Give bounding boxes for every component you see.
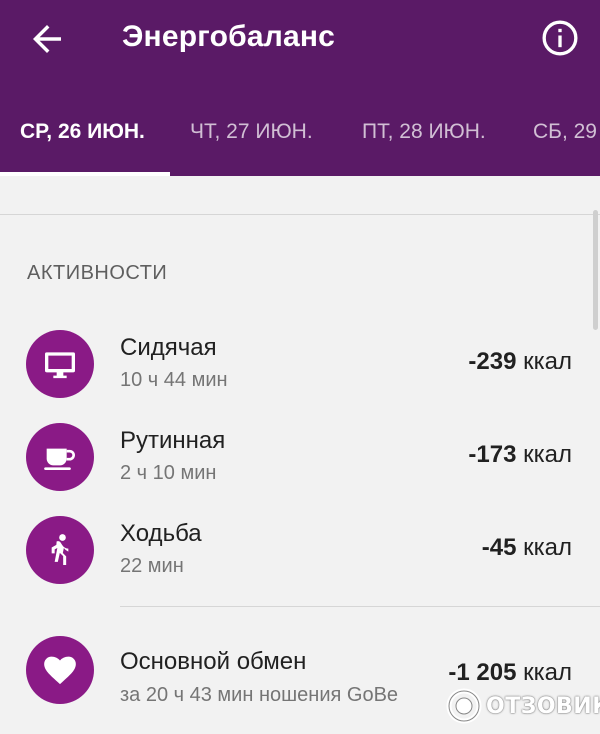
date-tabs: СР, 26 ИЮН. ЧТ, 27 ИЮН. ПТ, 28 ИЮН. СБ, … bbox=[0, 100, 600, 176]
heart-icon bbox=[44, 656, 76, 685]
otzovik-watermark: ОТЗОВИК bbox=[446, 686, 600, 726]
activity-name: Ходьба bbox=[120, 520, 202, 547]
section-title-activities: АКТИВНОСТИ bbox=[27, 262, 168, 284]
arrow-left-icon bbox=[33, 25, 61, 53]
basal-duration: за 20 ч 43 мин ношения GoBe bbox=[120, 684, 399, 706]
back-button[interactable] bbox=[26, 18, 68, 60]
activity-icon-circle bbox=[26, 636, 94, 704]
kcal-value: -239 bbox=[468, 348, 517, 375]
kcal-value: -173 bbox=[468, 441, 517, 468]
active-tab-indicator bbox=[0, 172, 170, 176]
info-button[interactable] bbox=[540, 18, 580, 58]
activity-duration: 10 ч 44 мин bbox=[120, 369, 228, 391]
activity-row-routine[interactable]: Рутинная 2 ч 10 мин -173 ккал bbox=[0, 415, 600, 501]
otzovik-logo-icon bbox=[446, 688, 482, 724]
activity-kcal: -45 ккал bbox=[482, 534, 572, 562]
tab-jun-27[interactable]: ЧТ, 27 ИЮН. bbox=[190, 120, 313, 144]
kcal-value: -45 bbox=[481, 534, 517, 561]
kcal-unit: ккал bbox=[523, 348, 572, 375]
activity-icon-circle bbox=[26, 423, 94, 491]
kcal-value: -1 205 bbox=[448, 659, 517, 686]
activity-row-walking[interactable]: Ходьба 22 мин -45 ккал bbox=[0, 508, 600, 594]
basal-name: Основной обмен bbox=[120, 648, 307, 675]
activity-icon-circle bbox=[26, 330, 94, 398]
kcal-unit: ккал bbox=[523, 441, 572, 468]
activity-name: Рутинная bbox=[120, 427, 226, 454]
walking-person-icon bbox=[51, 534, 69, 565]
activity-duration: 22 мин bbox=[120, 555, 184, 577]
monitor-icon bbox=[45, 352, 75, 379]
app-bar: Энергобаланс СР, 26 ИЮН. ЧТ, 27 ИЮН. ПТ,… bbox=[0, 0, 600, 176]
activity-icon-circle bbox=[26, 516, 94, 584]
activity-kcal: -239 ккал bbox=[468, 348, 572, 376]
activity-kcal: -173 ккал bbox=[468, 441, 572, 469]
scrollbar[interactable] bbox=[593, 210, 598, 330]
kcal-unit: ккал bbox=[523, 534, 572, 561]
activity-duration: 2 ч 10 мин bbox=[120, 462, 217, 484]
watermark-text: ОТЗОВИК bbox=[486, 693, 600, 719]
page-title: Энергобаланс bbox=[122, 20, 336, 53]
tab-jun-28[interactable]: ПТ, 28 ИЮН. bbox=[362, 120, 486, 144]
info-icon bbox=[542, 20, 578, 56]
activity-name: Сидячая bbox=[120, 334, 217, 361]
tab-jun-29[interactable]: СБ, 29 bbox=[533, 120, 597, 144]
activity-row-sedentary[interactable]: Сидячая 10 ч 44 мин -239 ккал bbox=[0, 322, 600, 408]
kcal-unit: ккал bbox=[523, 659, 572, 686]
divider bbox=[0, 214, 600, 215]
divider bbox=[120, 606, 600, 607]
basal-kcal: -1 205 ккал bbox=[448, 659, 572, 687]
coffee-cup-icon bbox=[44, 448, 75, 470]
tab-jun-26[interactable]: СР, 26 ИЮН. bbox=[20, 120, 145, 144]
